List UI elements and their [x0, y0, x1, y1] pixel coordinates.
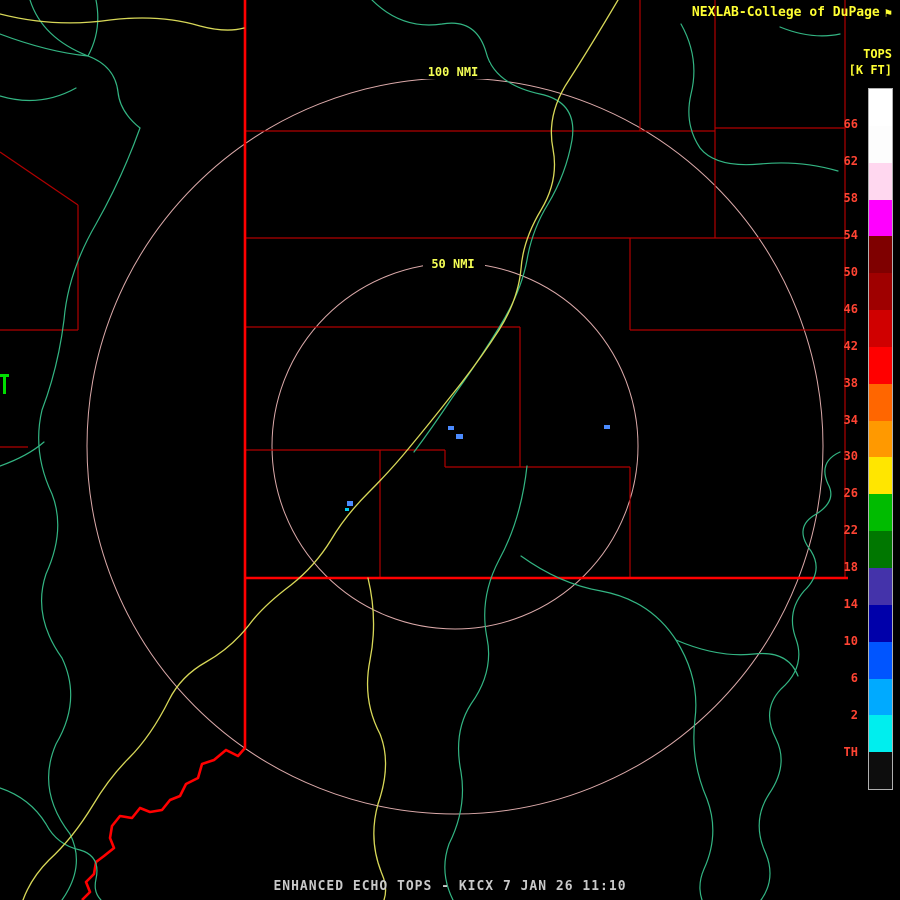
echo-cell [604, 425, 610, 429]
colorbar-segment [869, 384, 892, 421]
echo-cell [347, 501, 353, 506]
ring-label-50nmi: 50 NMI [431, 257, 474, 271]
range-ring-100nmi [87, 78, 823, 814]
echo-cell [448, 426, 454, 430]
colorbar-segment [869, 273, 892, 310]
colorbar [868, 88, 893, 790]
colorbar-label: 22 [844, 523, 858, 537]
river [681, 24, 838, 171]
colorbar-label: 62 [844, 154, 858, 168]
colorbar-segment [869, 347, 892, 384]
colorbar-label: 2 [851, 708, 858, 722]
road [0, 14, 244, 30]
colorbar-segment [869, 568, 892, 605]
colorbar-segment [869, 89, 892, 126]
colorbar-label: 18 [844, 560, 858, 574]
river [0, 442, 44, 466]
colorbar-label: 42 [844, 339, 858, 353]
range-ring-50nmi [272, 263, 638, 629]
colorbar-labels: 66625854504642383430262218141062TH [828, 88, 858, 790]
range-rings [87, 78, 823, 814]
river [0, 34, 88, 56]
radar-echoes [345, 425, 610, 511]
county-boundaries [0, 0, 845, 578]
colorbar-label: 30 [844, 449, 858, 463]
colorbar-label: 10 [844, 634, 858, 648]
echo-cell [345, 508, 349, 511]
colorbar-segment [869, 531, 892, 568]
river [445, 466, 527, 900]
colorbar-segment [869, 752, 892, 789]
colorbar-segment [869, 679, 892, 716]
green-edge-marker [0, 374, 9, 394]
colorbar-segment [869, 126, 892, 163]
colorbar-label: 58 [844, 191, 858, 205]
nexlab-logo-icon: ⚑ [885, 7, 892, 19]
state-boundaries [82, 0, 848, 900]
river [521, 556, 713, 900]
river [780, 27, 840, 36]
brand-bar: NEXLAB-College of DuPage ⚑ [692, 5, 892, 20]
road [368, 578, 386, 900]
colorbar-title: TOPS [863, 47, 892, 61]
colorbar-segment [869, 642, 892, 679]
colorbar-segment [869, 421, 892, 458]
colorbar-label: 54 [844, 228, 858, 242]
county-line [0, 152, 78, 205]
ring-label-100nmi: 100 NMI [428, 65, 479, 79]
colorbar-segment [869, 494, 892, 531]
colorbar-segment [869, 457, 892, 494]
colorbar-segment [869, 163, 892, 200]
radar-map: 100 NMI 50 NMI [0, 0, 900, 900]
marker [3, 374, 6, 394]
colorbar-label: 34 [844, 413, 858, 427]
product-caption: ENHANCED ECHO TOPS - KICX 7 JAN 26 11:10 [0, 879, 900, 894]
colorbar-label: 50 [844, 265, 858, 279]
river [88, 0, 98, 56]
colorbar-unit: [K FT] [849, 63, 892, 77]
brand-text: NEXLAB-College of DuPage [692, 5, 880, 20]
colorbar-label: TH [844, 745, 858, 759]
colorbar-segment [869, 605, 892, 642]
colorbar-segment [869, 310, 892, 347]
colorbar-label: 38 [844, 376, 858, 390]
colorbar-label: 6 [851, 671, 858, 685]
echo-cell [456, 434, 463, 439]
river [30, 0, 140, 900]
river [676, 640, 798, 676]
range-ring-labels: 100 NMI 50 NMI [416, 63, 490, 271]
colorbar-label: 66 [844, 117, 858, 131]
state-line [82, 578, 245, 900]
colorbar-segment [869, 200, 892, 237]
colorbar-label: 26 [844, 486, 858, 500]
colorbar-label: 14 [844, 597, 858, 611]
colorbar-label: 46 [844, 302, 858, 316]
river [0, 88, 76, 101]
colorbar-segment [869, 715, 892, 752]
colorbar-segment [869, 236, 892, 273]
